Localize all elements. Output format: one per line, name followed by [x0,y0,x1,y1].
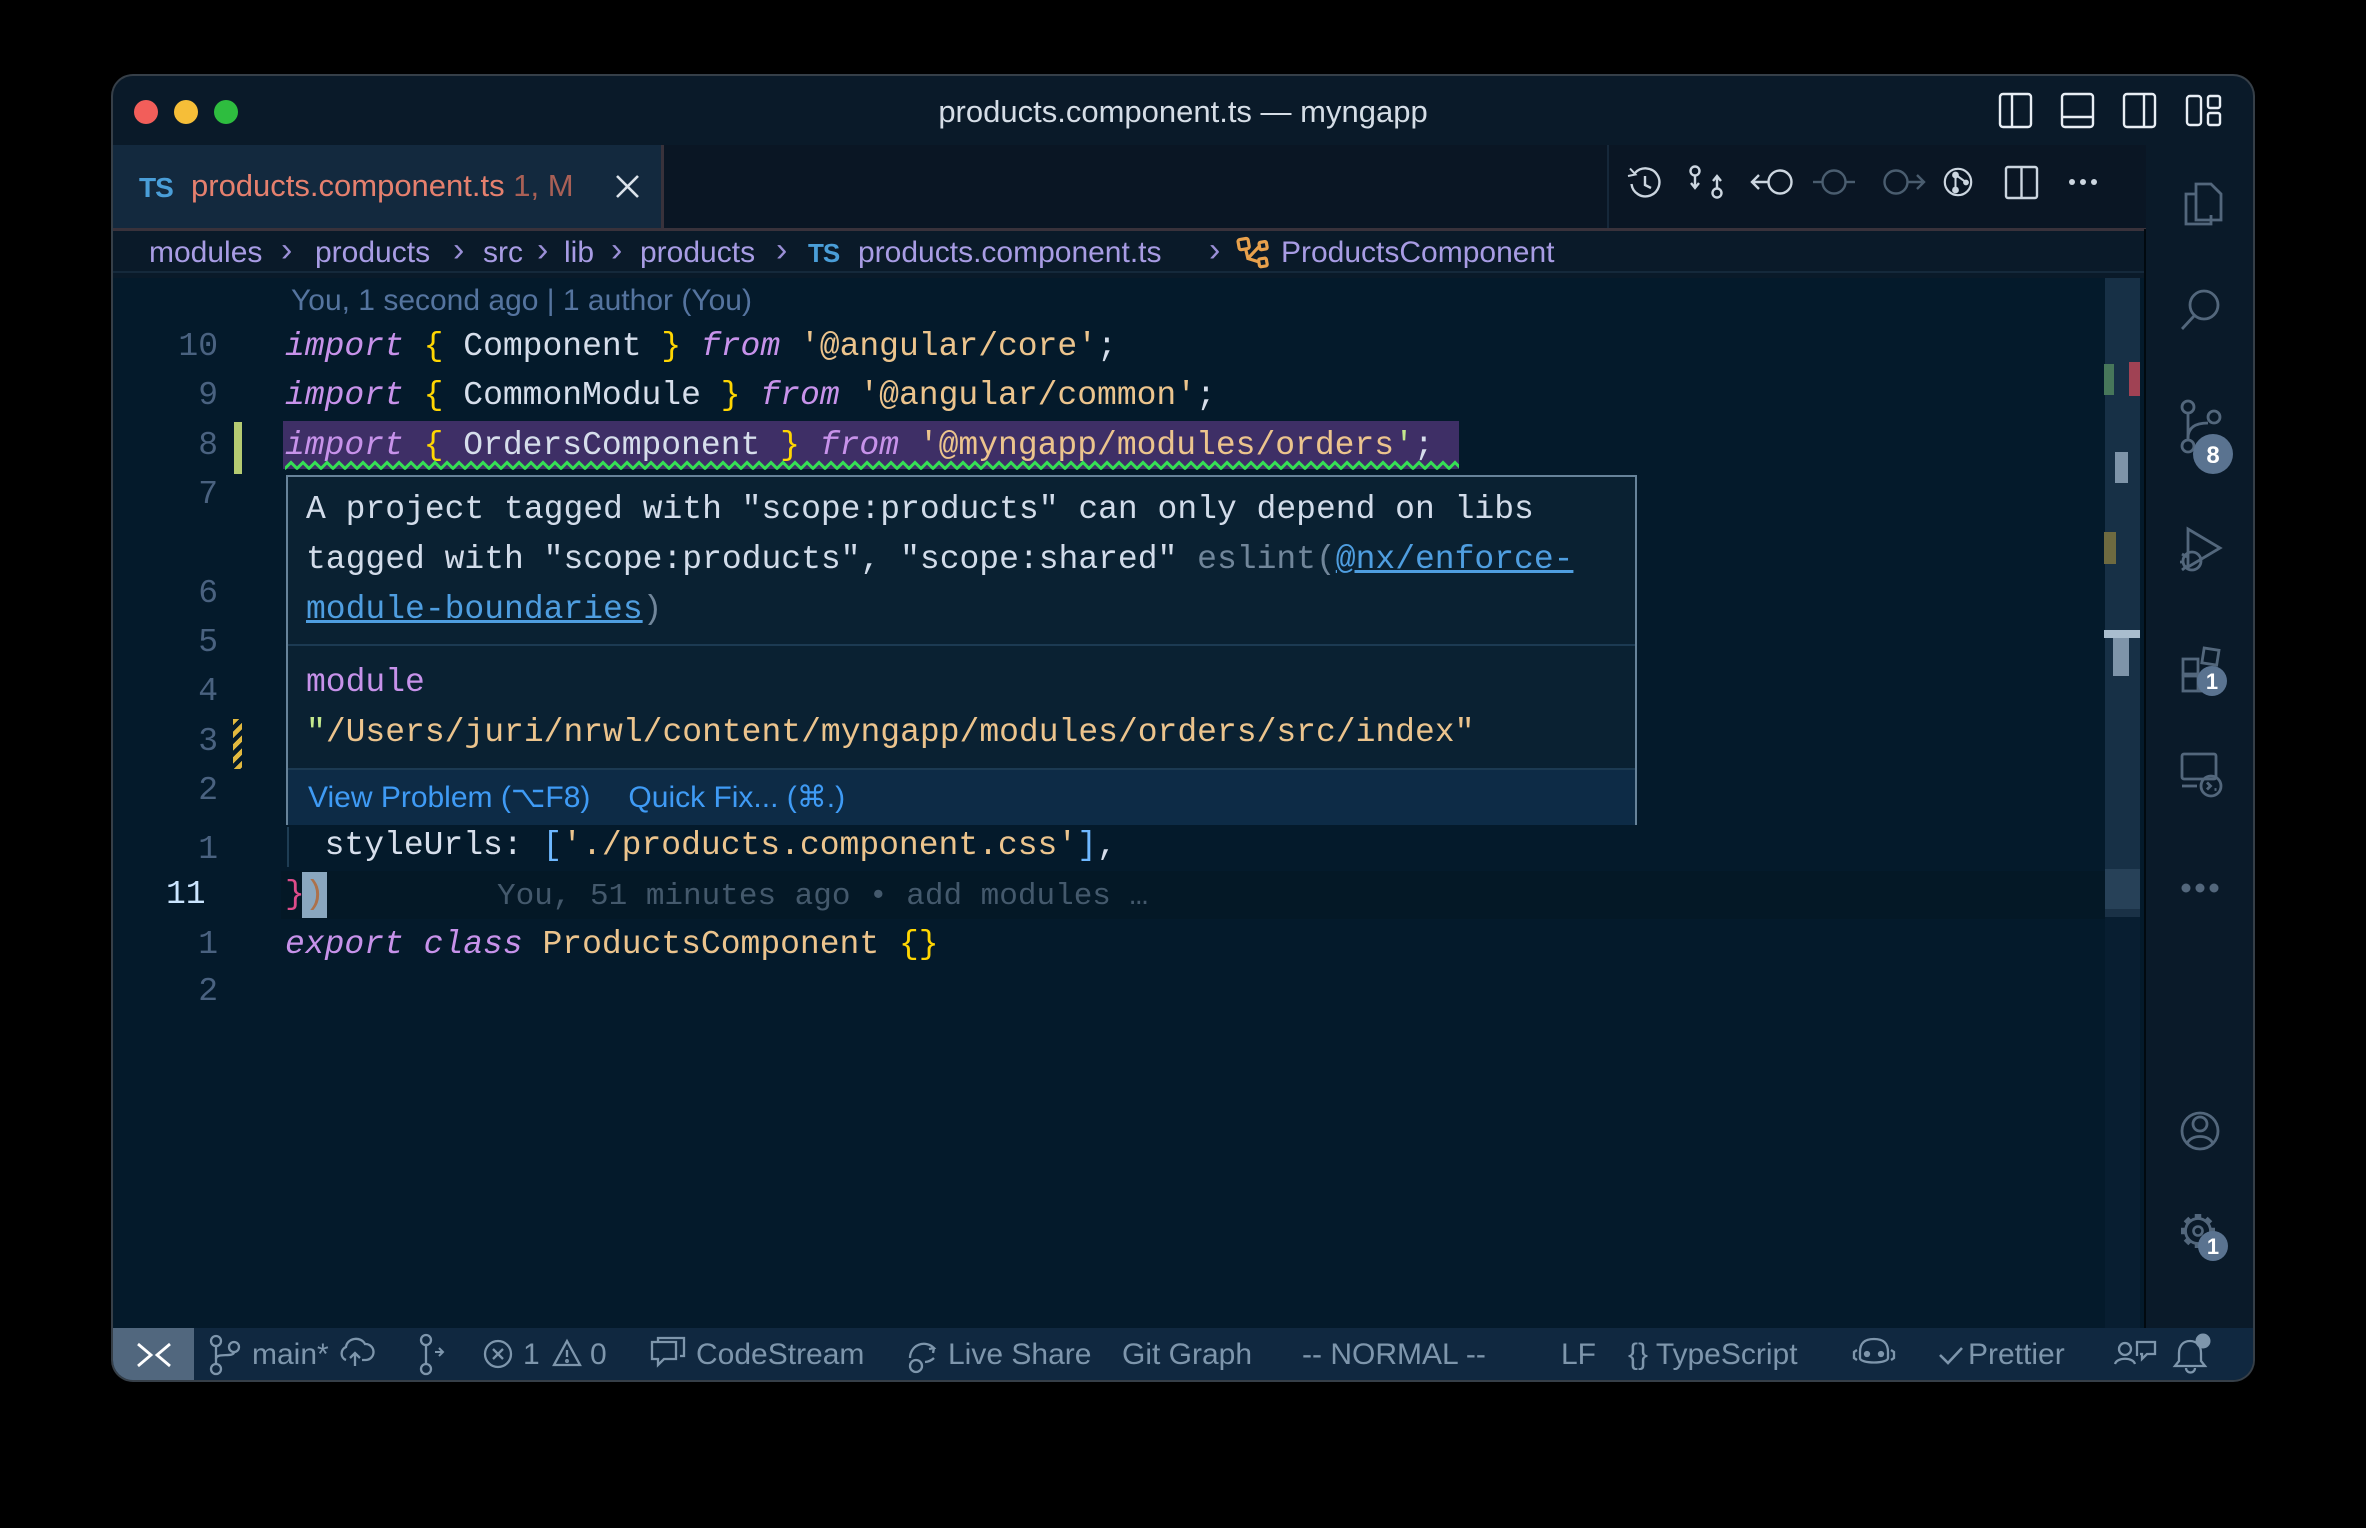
svg-text:8: 8 [2206,442,2219,469]
svg-text:1: 1 [2207,1234,2219,1259]
svg-text:1: 1 [2206,669,2218,694]
